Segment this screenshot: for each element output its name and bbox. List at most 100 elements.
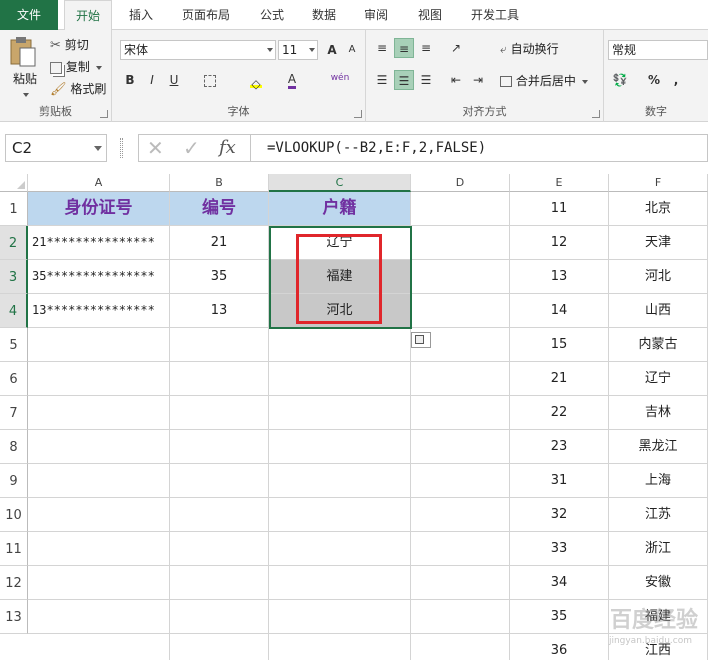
cell-e10[interactable]: 32 [510,498,609,532]
cell-a10[interactable] [28,498,170,532]
cell-a11[interactable] [28,532,170,566]
format-painter-button[interactable]: 🖌 格式刷 [50,80,106,97]
decrease-indent-button[interactable]: ⇤ [446,70,466,90]
select-all-button[interactable] [0,174,28,192]
copy-dropdown-icon[interactable] [95,65,102,70]
fill-color-button[interactable]: ◇ [246,70,266,91]
cell-d9[interactable] [411,464,510,498]
cell-empty[interactable] [170,634,269,660]
underline-button[interactable]: U [164,70,184,90]
worksheet-grid[interactable]: A B C D E F 1 身份证号 编号 户籍 11 北京 2 21************… [0,174,708,660]
cell-d1[interactable] [411,192,510,226]
cell-f5[interactable]: 内蒙古 [609,328,708,362]
row-header-10[interactable]: 10 [0,498,28,532]
tab-file[interactable]: 文件 [0,0,58,30]
cell-f7[interactable]: 吉林 [609,396,708,430]
cell-e6[interactable]: 21 [510,362,609,396]
row-header-11[interactable]: 11 [0,532,28,566]
cell-b6[interactable] [170,362,269,396]
cell-e2[interactable]: 12 [510,226,609,260]
cell-f9[interactable]: 上海 [609,464,708,498]
paste-dropdown-icon[interactable] [23,92,29,97]
cell-c13[interactable] [269,600,411,634]
cell-c11[interactable] [269,532,411,566]
cell-a12[interactable] [28,566,170,600]
borders-button[interactable] [200,70,220,90]
align-right-button[interactable]: ☰ [416,70,436,90]
cell-e5[interactable]: 15 [510,328,609,362]
row-header-4[interactable]: 4 [0,294,28,328]
paste-button[interactable]: 粘贴 [8,36,42,97]
cell-e11[interactable]: 33 [510,532,609,566]
cell-e14[interactable]: 36 [510,634,609,660]
cell-b5[interactable] [170,328,269,362]
cell-b12[interactable] [170,566,269,600]
font-launcher-icon[interactable] [354,110,362,118]
tab-review[interactable]: 审阅 [354,0,398,30]
font-name-select[interactable]: 宋体 [120,40,276,60]
enter-icon[interactable]: ✓ [183,136,200,160]
cell-d6[interactable] [411,362,510,396]
cell-e9[interactable]: 31 [510,464,609,498]
merge-dropdown-icon[interactable] [581,79,588,84]
orientation-button[interactable]: ↗ [446,38,466,58]
cell-b7[interactable] [170,396,269,430]
cell-f3[interactable]: 河北 [609,260,708,294]
cell-d7[interactable] [411,396,510,430]
cell-a5[interactable] [28,328,170,362]
cell-c10[interactable] [269,498,411,532]
tab-view[interactable]: 视图 [408,0,452,30]
row-header-13[interactable]: 13 [0,600,28,634]
cell-b2[interactable]: 21 [170,226,269,260]
cell-e8[interactable]: 23 [510,430,609,464]
align-bottom-button[interactable]: ≡ [416,38,436,58]
tab-insert[interactable]: 插入 [118,0,164,30]
column-header-f[interactable]: F [609,174,708,192]
cell-a1[interactable]: 身份证号 [28,192,170,226]
cell-c6[interactable] [269,362,411,396]
name-box-dropdown-icon[interactable] [94,146,102,151]
cell-empty[interactable] [411,634,510,660]
cut-button[interactable]: ✂ 剪切 [50,36,89,53]
font-color-button[interactable]: A [282,70,302,90]
cell-f1[interactable]: 北京 [609,192,708,226]
alignment-launcher-icon[interactable] [592,110,600,118]
row-header-2[interactable]: 2 [0,226,28,260]
merge-center-button[interactable]: 合并后居中 [500,72,588,89]
row-header-1[interactable]: 1 [0,192,28,226]
cell-f6[interactable]: 辽宁 [609,362,708,396]
align-left-button[interactable]: ☰ [372,70,392,90]
cell-a8[interactable] [28,430,170,464]
cell-d10[interactable] [411,498,510,532]
percent-button[interactable]: % [644,70,664,90]
cell-e1[interactable]: 11 [510,192,609,226]
cell-a6[interactable] [28,362,170,396]
cell-a9[interactable] [28,464,170,498]
row-header-3[interactable]: 3 [0,260,28,294]
cell-c4[interactable]: 河北 [269,294,411,328]
phonetic-button[interactable]: wén [326,68,354,88]
cell-c2[interactable]: 辽宁 [269,226,411,260]
column-header-e[interactable]: E [510,174,609,192]
cell-c5[interactable] [269,328,411,362]
cell-b4[interactable]: 13 [170,294,269,328]
cell-f2[interactable]: 天津 [609,226,708,260]
cell-b1[interactable]: 编号 [170,192,269,226]
currency-button[interactable]: 💱 [610,70,630,90]
cell-empty[interactable] [269,634,411,660]
column-header-a[interactable]: A [28,174,170,192]
copy-button[interactable]: 复制 [50,58,102,75]
cell-a7[interactable] [28,396,170,430]
tab-developer[interactable]: 开发工具 [460,0,530,30]
cell-d11[interactable] [411,532,510,566]
tab-formulas[interactable]: 公式 [250,0,294,30]
name-box[interactable]: C2 [5,134,107,162]
cell-c12[interactable] [269,566,411,600]
tab-home[interactable]: 开始 [64,0,112,31]
clipboard-launcher-icon[interactable] [100,110,108,118]
cell-b13[interactable] [170,600,269,634]
column-header-d[interactable]: D [411,174,510,192]
cell-d4[interactable] [411,294,510,328]
cell-e4[interactable]: 14 [510,294,609,328]
cell-a2[interactable]: 21*************** [28,226,170,260]
